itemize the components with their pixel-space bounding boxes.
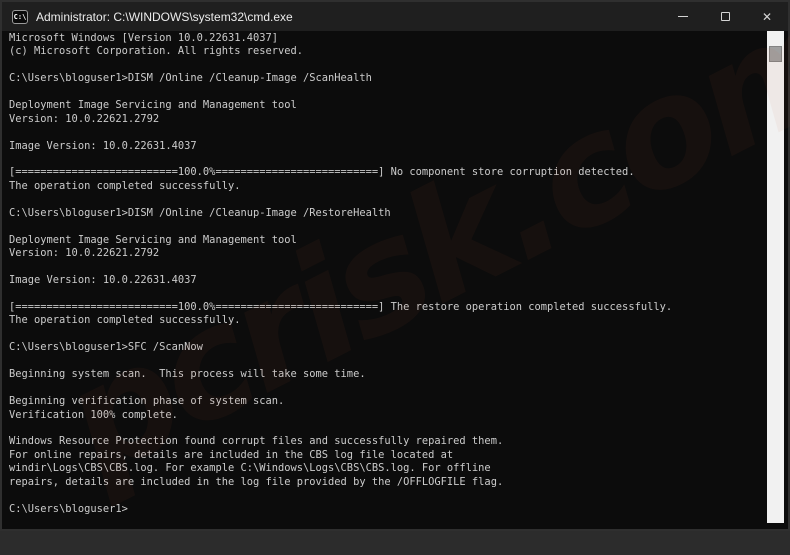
- terminal-line: (c) Microsoft Corporation. All rights re…: [9, 45, 767, 58]
- terminal-line: [9, 126, 767, 139]
- terminal-line: [9, 355, 767, 368]
- terminal-line: Beginning verification phase of system s…: [9, 395, 767, 408]
- terminal-line: [9, 288, 767, 301]
- terminal-output[interactable]: Microsoft Windows [Version 10.0.22631.40…: [2, 31, 767, 529]
- terminal-line: Deployment Image Servicing and Managemen…: [9, 234, 767, 247]
- terminal-line: Verification 100% complete.: [9, 409, 767, 422]
- scrollbar-thumb[interactable]: [769, 46, 782, 62]
- terminal-line: [9, 193, 767, 206]
- terminal-line: [==========================100.0%=======…: [9, 166, 767, 179]
- terminal-line: [9, 328, 767, 341]
- window-title: Administrator: C:\WINDOWS\system32\cmd.e…: [36, 10, 293, 24]
- terminal-line: [9, 422, 767, 435]
- terminal-line: C:\Users\bloguser1>SFC /ScanNow: [9, 341, 767, 354]
- terminal-line: For online repairs, details are included…: [9, 449, 767, 462]
- window-controls: ✕: [662, 2, 788, 31]
- terminal-line: Image Version: 10.0.22631.4037: [9, 274, 767, 287]
- terminal-line: Version: 10.0.22621.2792: [9, 247, 767, 260]
- terminal-line: Image Version: 10.0.22631.4037: [9, 140, 767, 153]
- terminal-line: Beginning system scan. This process will…: [9, 368, 767, 381]
- close-icon: ✕: [762, 11, 772, 23]
- minimize-button[interactable]: [662, 2, 704, 31]
- terminal-line: [9, 261, 767, 274]
- terminal-line: Deployment Image Servicing and Managemen…: [9, 99, 767, 112]
- cmd-window: C:\ Administrator: C:\WINDOWS\system32\c…: [0, 0, 790, 531]
- terminal-line: C:\Users\bloguser1>DISM /Online /Cleanup…: [9, 72, 767, 85]
- terminal-line: [9, 59, 767, 72]
- terminal-line: [9, 489, 767, 502]
- terminal-line: The operation completed successfully.: [9, 180, 767, 193]
- terminal-line: Windows Resource Protection found corrup…: [9, 435, 767, 448]
- terminal-line: Microsoft Windows [Version 10.0.22631.40…: [9, 32, 767, 45]
- maximize-icon: [721, 12, 730, 21]
- terminal-line: C:\Users\bloguser1>: [9, 503, 767, 516]
- terminal-line: The operation completed successfully.: [9, 314, 767, 327]
- terminal-line: Version: 10.0.22621.2792: [9, 113, 767, 126]
- terminal-line: C:\Users\bloguser1>DISM /Online /Cleanup…: [9, 207, 767, 220]
- terminal-line: [9, 382, 767, 395]
- terminal-area: Microsoft Windows [Version 10.0.22631.40…: [2, 31, 788, 529]
- terminal-line: [9, 220, 767, 233]
- maximize-button[interactable]: [704, 2, 746, 31]
- terminal-line: [==========================100.0%=======…: [9, 301, 767, 314]
- terminal-line: [9, 86, 767, 99]
- cmd-icon: C:\: [12, 10, 28, 24]
- title-bar[interactable]: C:\ Administrator: C:\WINDOWS\system32\c…: [2, 2, 788, 31]
- scrollbar[interactable]: [767, 31, 784, 523]
- minimize-icon: [678, 16, 688, 17]
- terminal-line: windir\Logs\CBS\CBS.log. For example C:\…: [9, 462, 767, 475]
- close-button[interactable]: ✕: [746, 2, 788, 31]
- terminal-line: repairs, details are included in the log…: [9, 476, 767, 489]
- terminal-line: [9, 153, 767, 166]
